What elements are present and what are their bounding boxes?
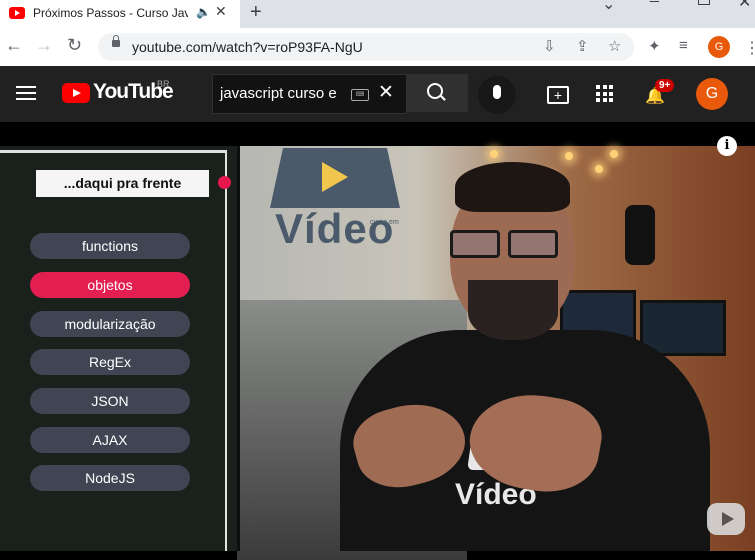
- media-control-icon[interactable]: ≡: [679, 37, 688, 54]
- youtube-favicon-icon: [9, 7, 25, 19]
- wall-logo-text: Vídeo: [275, 205, 395, 252]
- panel-border-right: [225, 150, 227, 551]
- light-bulb: [595, 165, 603, 173]
- user-avatar[interactable]: G: [696, 78, 728, 110]
- clear-search-icon[interactable]: ✕: [378, 81, 394, 104]
- close-window-button[interactable]: ✕: [738, 0, 751, 12]
- lock-icon[interactable]: [112, 35, 120, 47]
- country-code: BR: [157, 79, 170, 89]
- forward-arrow-icon[interactable]: →: [35, 35, 53, 56]
- hamburger-menu-icon[interactable]: [16, 86, 36, 100]
- search-query-text[interactable]: javascript curso e: [220, 85, 337, 102]
- youtube-logo-icon[interactable]: [62, 83, 90, 103]
- apps-grid-icon[interactable]: [596, 85, 614, 103]
- light-bulb: [490, 150, 498, 158]
- create-video-icon[interactable]: +: [547, 86, 569, 104]
- wall-logo-icon: [270, 148, 400, 208]
- install-app-icon[interactable]: ⇩: [543, 37, 556, 55]
- topic-pill-regex: RegEx: [30, 349, 190, 375]
- light-bulb: [565, 152, 573, 160]
- notification-count-badge[interactable]: 9+: [655, 79, 675, 92]
- url-text[interactable]: youtube.com/watch?v=roP93FA-NgU: [132, 39, 363, 55]
- panel-border-top: [0, 150, 225, 153]
- search-icon[interactable]: [427, 83, 443, 99]
- presenter-beard: [468, 280, 558, 340]
- browser-profile-avatar[interactable]: G: [708, 36, 730, 58]
- topic-pill-nodejs: NodeJS: [30, 465, 190, 491]
- maximize-button[interactable]: [698, 0, 710, 5]
- new-tab-button[interactable]: +: [250, 1, 262, 24]
- close-tab-icon[interactable]: ✕: [215, 3, 227, 20]
- info-icon[interactable]: i: [717, 136, 737, 156]
- tab-search-icon[interactable]: ⌄: [602, 0, 615, 14]
- topic-pill-objetos: objetos: [30, 272, 190, 298]
- indicator-dot: [218, 176, 231, 189]
- video-letterbox: [0, 122, 755, 146]
- minimize-button[interactable]: _: [650, 0, 659, 4]
- light-bulb: [610, 150, 618, 158]
- wall-logo-subtext: curso em: [370, 219, 399, 226]
- keyboard-icon[interactable]: ⌨: [351, 89, 369, 101]
- bookmark-star-icon[interactable]: ☆: [608, 37, 621, 55]
- browser-menu-icon[interactable]: ⋮: [744, 38, 755, 58]
- speaker-icon[interactable]: 🔈: [196, 5, 211, 19]
- extensions-icon[interactable]: ✦: [648, 37, 661, 55]
- presenter-hair: [455, 162, 570, 212]
- topic-pill-modularizacao: modularização: [30, 311, 190, 337]
- overlay-title: ...daqui pra frente: [36, 170, 209, 197]
- microphone-icon[interactable]: [493, 85, 501, 99]
- tab-title: Próximos Passos - Curso Java: [33, 6, 188, 20]
- presenter-glasses: [450, 230, 560, 258]
- share-icon[interactable]: ⇪: [576, 37, 589, 55]
- reload-icon[interactable]: ↻: [67, 35, 82, 56]
- topic-pill-functions: functions: [30, 233, 190, 259]
- topic-pill-json: JSON: [30, 388, 190, 414]
- channel-watermark-icon[interactable]: [707, 503, 745, 535]
- back-arrow-icon[interactable]: ←: [5, 35, 23, 56]
- studio-microphone: [625, 205, 655, 265]
- topic-pill-ajax: AJAX: [30, 427, 190, 453]
